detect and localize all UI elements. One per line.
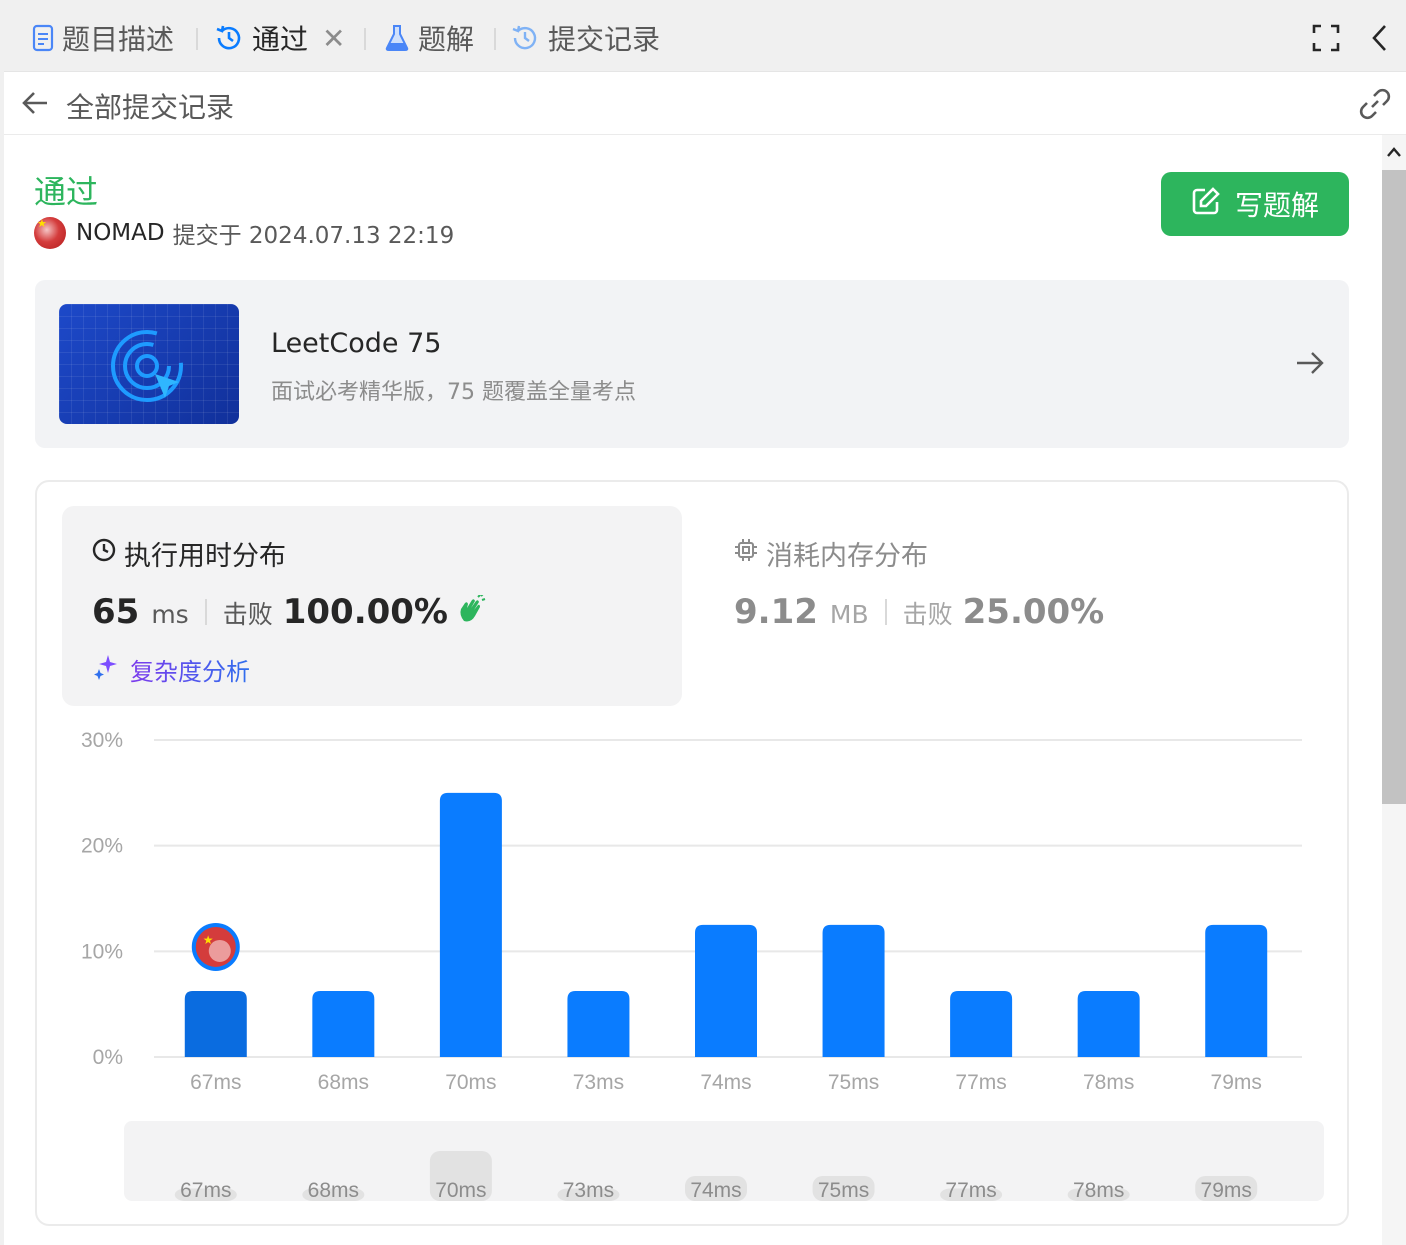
runtime-card[interactable]: 执行用时分布 65 ms 击败 100.00% 复杂度分析 xyxy=(62,506,682,706)
memory-value: 9.12 xyxy=(734,592,818,632)
clap-icon xyxy=(456,593,486,629)
runtime-distribution-chart[interactable]: 0% 10% 20% 30% 67ms ★ 68ms 70ms 73ms 74ms 75ms 77ms… xyxy=(37,722,1347,1222)
chart-bar xyxy=(439,792,502,1057)
memory-unit: MB xyxy=(829,600,869,629)
runtime-beats-label: 击败 xyxy=(222,600,273,629)
submission-status: 通过 xyxy=(34,173,99,211)
y-tick-label: 20% xyxy=(81,835,123,858)
tab-accepted[interactable]: 通过 ✕ xyxy=(214,16,345,60)
range-navigator-label: 77ms xyxy=(945,1179,996,1202)
tab-description[interactable]: 题目描述 xyxy=(32,16,174,60)
tab-label: 题解 xyxy=(418,23,475,56)
performance-panel: 执行用时分布 65 ms 击败 100.00% 复杂度分析 消耗内存分布 9.1… xyxy=(35,480,1349,1226)
y-tick-label: 10% xyxy=(81,940,123,963)
chart-bar xyxy=(184,990,247,1057)
memory-heading-text: 消耗内存分布 xyxy=(766,541,928,572)
x-tick-label: 77ms xyxy=(955,1071,1006,1094)
avatar[interactable] xyxy=(34,217,66,249)
tab-divider xyxy=(364,28,366,50)
chart-canvas: 0% 10% 20% 30% 67ms ★ 68ms 70ms 73ms 74ms 75ms 77ms… xyxy=(81,729,1324,1202)
back-arrow-icon[interactable] xyxy=(20,88,50,122)
tab-solutions[interactable]: 题解 xyxy=(384,16,474,60)
tab-divider xyxy=(196,28,198,50)
author-name[interactable]: NOMAD xyxy=(76,220,165,246)
star-icon: ★ xyxy=(203,933,214,947)
tab-label: 题目描述 xyxy=(62,23,175,56)
runtime-metric: 65 ms 击败 100.00% xyxy=(92,592,486,632)
write-solution-label: 写题解 xyxy=(1234,189,1319,222)
range-navigator-label: 68ms xyxy=(308,1179,359,1202)
sparkle-icon xyxy=(92,653,120,687)
x-tick-label: 79ms xyxy=(1211,1071,1262,1094)
range-navigator-label: 78ms xyxy=(1073,1179,1124,1202)
memory-metric: 9.12 MB 击败 25.00% xyxy=(734,592,1104,632)
x-tick-label: 78ms xyxy=(1083,1071,1134,1094)
link-icon[interactable] xyxy=(1358,87,1392,125)
submission-detail: 通过 NOMAD 提交于 2024.07.13 22:19 写题解 LeetCo… xyxy=(4,135,1382,1245)
range-navigator-label: 73ms xyxy=(563,1179,614,1202)
y-tick-label: 30% xyxy=(81,729,123,752)
range-navigator-label: 75ms xyxy=(818,1179,869,1202)
chip-icon xyxy=(734,538,758,569)
arrow-right-icon[interactable] xyxy=(1295,348,1325,382)
tab-label: 提交记录 xyxy=(548,23,661,56)
close-icon[interactable]: ✕ xyxy=(322,22,345,55)
divider xyxy=(204,599,207,625)
collapse-left-icon[interactable] xyxy=(1370,22,1390,58)
chart-bar xyxy=(1077,990,1140,1057)
x-tick-label: 75ms xyxy=(828,1071,879,1094)
flask-icon xyxy=(384,24,410,52)
tab-divider xyxy=(494,28,496,50)
memory-beats-pct: 25.00% xyxy=(962,592,1105,632)
scroll-up-icon[interactable] xyxy=(1382,135,1406,169)
history-icon xyxy=(510,23,540,53)
memory-heading: 消耗内存分布 xyxy=(734,534,928,573)
chart-bar xyxy=(1205,924,1268,1057)
range-navigator-label: 67ms xyxy=(180,1179,231,1202)
page-title: 全部提交记录 xyxy=(66,91,235,124)
tab-label: 通过 xyxy=(252,23,309,56)
runtime-unit: ms xyxy=(151,600,189,629)
study-plan-card[interactable]: LeetCode 75 面试必考精华版，75 题覆盖全量考点 xyxy=(35,280,1349,448)
complexity-analysis-label: 复杂度分析 xyxy=(130,652,250,687)
chart-bar xyxy=(567,990,630,1057)
x-tick-label: 67ms xyxy=(190,1071,241,1094)
target-icon xyxy=(111,330,183,402)
edit-icon xyxy=(1191,186,1221,223)
memory-card[interactable]: 消耗内存分布 9.12 MB 击败 25.00% xyxy=(682,506,1322,706)
chart-bar xyxy=(950,990,1013,1057)
y-tick-label: 0% xyxy=(93,1046,123,1069)
submission-header: 全部提交记录 xyxy=(4,72,1406,135)
x-tick-label: 70ms xyxy=(445,1071,496,1094)
submission-meta: NOMAD 提交于 2024.07.13 22:19 xyxy=(34,217,454,249)
history-icon xyxy=(214,23,244,53)
x-tick-label: 68ms xyxy=(318,1071,369,1094)
study-plan-subtitle: 面试必考精华版，75 题覆盖全量考点 xyxy=(271,380,636,405)
tab-submissions[interactable]: 提交记录 xyxy=(510,16,660,60)
fullscreen-icon[interactable] xyxy=(1312,24,1340,56)
chart-bar xyxy=(695,924,757,1057)
document-icon xyxy=(32,24,54,52)
study-plan-title: LeetCode 75 xyxy=(271,328,442,359)
chart-bar xyxy=(822,924,885,1057)
tab-bar: 题目描述 通过 ✕ 题解 提交记录 xyxy=(4,2,1406,72)
submitted-time: 提交于 2024.07.13 22:19 xyxy=(172,223,455,249)
runtime-beats-pct: 100.00% xyxy=(282,592,449,632)
complexity-analysis-link[interactable]: 复杂度分析 xyxy=(92,652,250,687)
scrollbar-thumb[interactable] xyxy=(1382,170,1406,804)
range-navigator-label: 79ms xyxy=(1201,1179,1252,1202)
runtime-heading: 执行用时分布 xyxy=(92,534,286,573)
runtime-value: 65 xyxy=(92,592,140,632)
x-tick-label: 74ms xyxy=(700,1071,751,1094)
write-solution-button[interactable]: 写题解 xyxy=(1161,172,1349,236)
range-navigator-label: 70ms xyxy=(435,1179,486,1202)
x-tick-label: 73ms xyxy=(573,1071,624,1094)
chart-bar xyxy=(312,990,375,1057)
clock-icon xyxy=(92,538,116,569)
range-navigator-label: 74ms xyxy=(690,1179,741,1202)
study-plan-thumbnail xyxy=(59,304,239,424)
divider xyxy=(884,599,887,625)
memory-beats-label: 击败 xyxy=(902,600,953,629)
runtime-heading-text: 执行用时分布 xyxy=(124,541,286,572)
